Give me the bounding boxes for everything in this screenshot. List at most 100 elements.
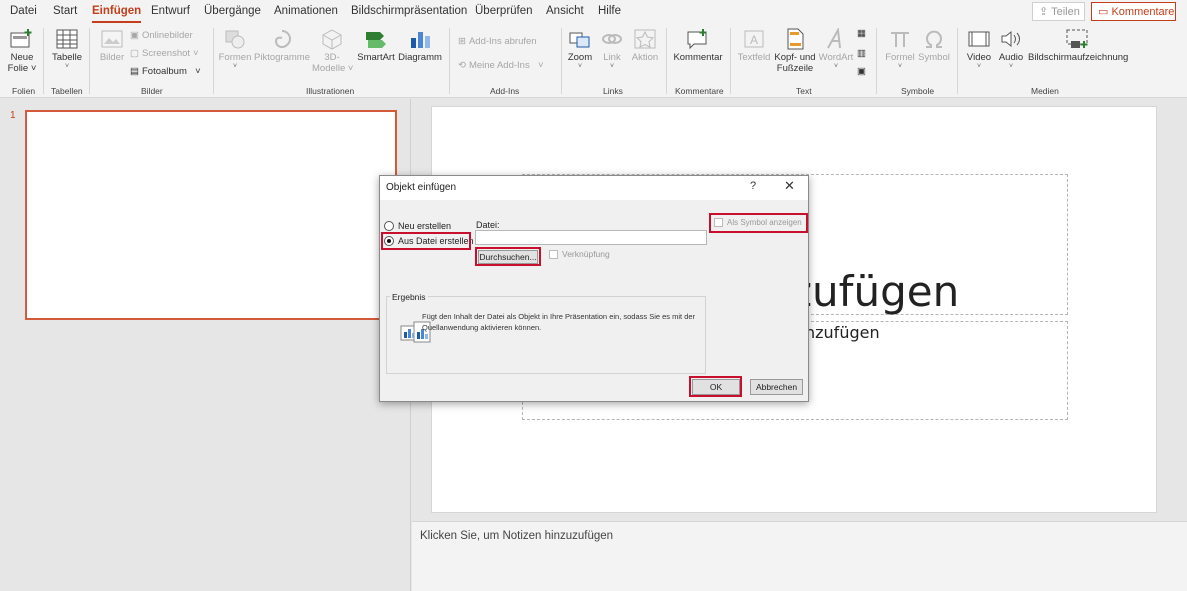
screen-recording-button[interactable]: Bildschirmaufzeichnung — [1028, 28, 1128, 63]
result-groupbox — [386, 296, 706, 374]
chevron-down-icon: ˅ — [897, 63, 903, 70]
zoom-button[interactable]: Zoom ˅ — [566, 28, 594, 70]
my-addins-button[interactable]: ⟲ Meine Add-Ins ˅ — [458, 60, 544, 71]
group-separator — [213, 28, 214, 94]
header-footer-label-2: Fußzeile — [776, 63, 814, 74]
tab-animationen[interactable]: Animationen — [274, 5, 338, 17]
picture-icon — [101, 30, 123, 48]
highlight-box — [381, 232, 471, 250]
slide-thumbnail[interactable] — [25, 110, 397, 320]
formula-button[interactable]: Formel ˅ — [883, 28, 917, 70]
my-addins-label: Meine Add-Ins — [468, 60, 530, 71]
icons-button[interactable]: Piktogramme — [254, 28, 310, 63]
tab-datei[interactable]: Datei — [10, 5, 37, 17]
online-picture-icon: ▣ — [130, 30, 139, 41]
tab-ueberpruefen[interactable]: Überprüfen — [475, 5, 533, 17]
chevron-down-icon: ˅ — [193, 48, 199, 59]
symbol-label: Symbol — [918, 52, 950, 63]
table-icon — [56, 29, 78, 49]
cancel-button[interactable]: Abbrechen — [750, 379, 803, 395]
my-addins-icon: ⟲ — [458, 60, 466, 71]
online-pictures-button[interactable]: ▣ Onlinebilder — [130, 30, 193, 41]
tab-einfuegen[interactable]: Einfügen — [92, 5, 142, 23]
3d-models-label-2: Modelle — [312, 63, 346, 74]
screenshot-label: Screenshot — [141, 48, 191, 59]
screenshot-button[interactable]: ▢ Screenshot ˅ — [130, 48, 199, 59]
icons-label: Piktogramme — [254, 52, 310, 63]
audio-label: Audio — [998, 52, 1024, 63]
3d-models-button[interactable]: 3D- Modelle ˅ — [312, 28, 353, 74]
link-button[interactable]: Link ˅ — [598, 28, 626, 70]
tab-ansicht[interactable]: Ansicht — [546, 5, 584, 17]
shapes-label: Formen — [218, 52, 252, 63]
chevron-down-icon: ˅ — [1008, 63, 1014, 70]
screenshot-icon: ▢ — [130, 48, 139, 59]
chevron-down-icon: ˅ — [976, 63, 982, 70]
wordart-button[interactable]: WordArt ˅ — [818, 28, 854, 70]
group-label-addins: Add-Ins — [490, 86, 520, 96]
chevron-down-icon: ˅ — [189, 66, 201, 77]
pictures-button[interactable]: Bilder — [95, 28, 129, 63]
slide-number-button[interactable]: ▥ — [857, 48, 866, 59]
insert-object-dialog: Objekt einfügen ? ✕ Neu erstellen Aus Da… — [379, 175, 809, 402]
group-label-folien: Folien — [12, 86, 36, 96]
link-icon — [602, 34, 622, 44]
group-label-tabellen: Tabellen — [51, 86, 83, 96]
tab-entwurf[interactable]: Entwurf — [151, 5, 190, 17]
group-separator — [43, 28, 44, 94]
close-icon[interactable]: ✕ — [784, 178, 795, 194]
wordart-label: WordArt — [818, 52, 854, 63]
object-button[interactable]: ▣ — [857, 66, 866, 77]
slide-number: 1 — [10, 110, 16, 121]
slide-number-icon: ▥ — [857, 48, 866, 59]
ribbon: Neue Folie ˅ Folien Tabelle ˅ Tabellen B… — [0, 24, 1187, 98]
group-label-medien: Medien — [1031, 86, 1059, 96]
chevron-down-icon: ˅ — [833, 63, 839, 70]
highlight-box — [689, 376, 742, 397]
highlight-box — [475, 247, 541, 266]
smartart-button[interactable]: SmartArt — [356, 28, 396, 63]
get-addins-button[interactable]: ⊞ Add-Ins abrufen — [458, 36, 537, 47]
textbox-button[interactable]: A Textfeld — [736, 28, 772, 63]
link-label: Verknüpfung — [562, 249, 610, 259]
icons-icon — [274, 30, 292, 49]
group-separator — [730, 28, 731, 94]
create-new-radio[interactable]: Neu erstellen — [384, 221, 451, 231]
new-slide-button[interactable]: Neue Folie ˅ — [6, 28, 38, 74]
tab-uebergaenge[interactable]: Übergänge — [204, 5, 261, 17]
help-button[interactable]: ? — [750, 180, 756, 192]
photo-album-icon: ▤ — [130, 66, 139, 77]
video-button[interactable]: Video ˅ — [964, 28, 994, 70]
table-button[interactable]: Tabelle ˅ — [50, 28, 84, 70]
group-separator — [449, 28, 450, 94]
chart-icon — [411, 32, 430, 48]
tab-hilfe[interactable]: Hilfe — [598, 5, 621, 17]
pictures-label: Bilder — [99, 52, 125, 63]
3d-models-label-1: 3D- — [324, 52, 340, 63]
header-footer-button[interactable]: Kopf- und Fußzeile — [774, 28, 816, 74]
create-new-label: Neu erstellen — [398, 221, 452, 231]
comment-button[interactable]: Kommentar — [672, 28, 724, 63]
audio-button[interactable]: Audio ˅ — [996, 28, 1026, 70]
new-slide-label-2: Folie — [7, 63, 29, 74]
action-button[interactable]: Aktion — [630, 28, 660, 63]
file-path-input[interactable] — [475, 230, 707, 245]
tab-start[interactable]: Start — [53, 5, 77, 17]
photo-album-button[interactable]: ▤ Fotoalbum ˅ — [130, 66, 201, 77]
notes-pane[interactable]: Klicken Sie, um Notizen hinzuzufügen — [412, 521, 1187, 591]
omega-icon — [926, 30, 942, 48]
shapes-icon — [225, 30, 245, 49]
group-label-kommentare: Kommentare — [675, 86, 724, 96]
symbol-button[interactable]: Symbol — [917, 28, 951, 63]
comments-button[interactable]: ▭ Kommentare — [1091, 2, 1176, 21]
shapes-button[interactable]: Formen ˅ — [218, 28, 252, 70]
chart-button[interactable]: Diagramm — [398, 28, 442, 63]
dialog-title: Objekt einfügen — [386, 182, 457, 193]
tab-bildschirmpraesentation[interactable]: Bildschirmpräsentation — [351, 5, 467, 17]
svg-text:A: A — [750, 33, 758, 47]
share-button[interactable]: ⇪ Teilen — [1032, 2, 1085, 21]
object-icon: ▣ — [857, 66, 866, 77]
link-checkbox[interactable]: Verknüpfung — [549, 249, 610, 259]
formula-label: Formel — [885, 52, 915, 63]
date-time-button[interactable]: ▦ — [857, 28, 866, 39]
